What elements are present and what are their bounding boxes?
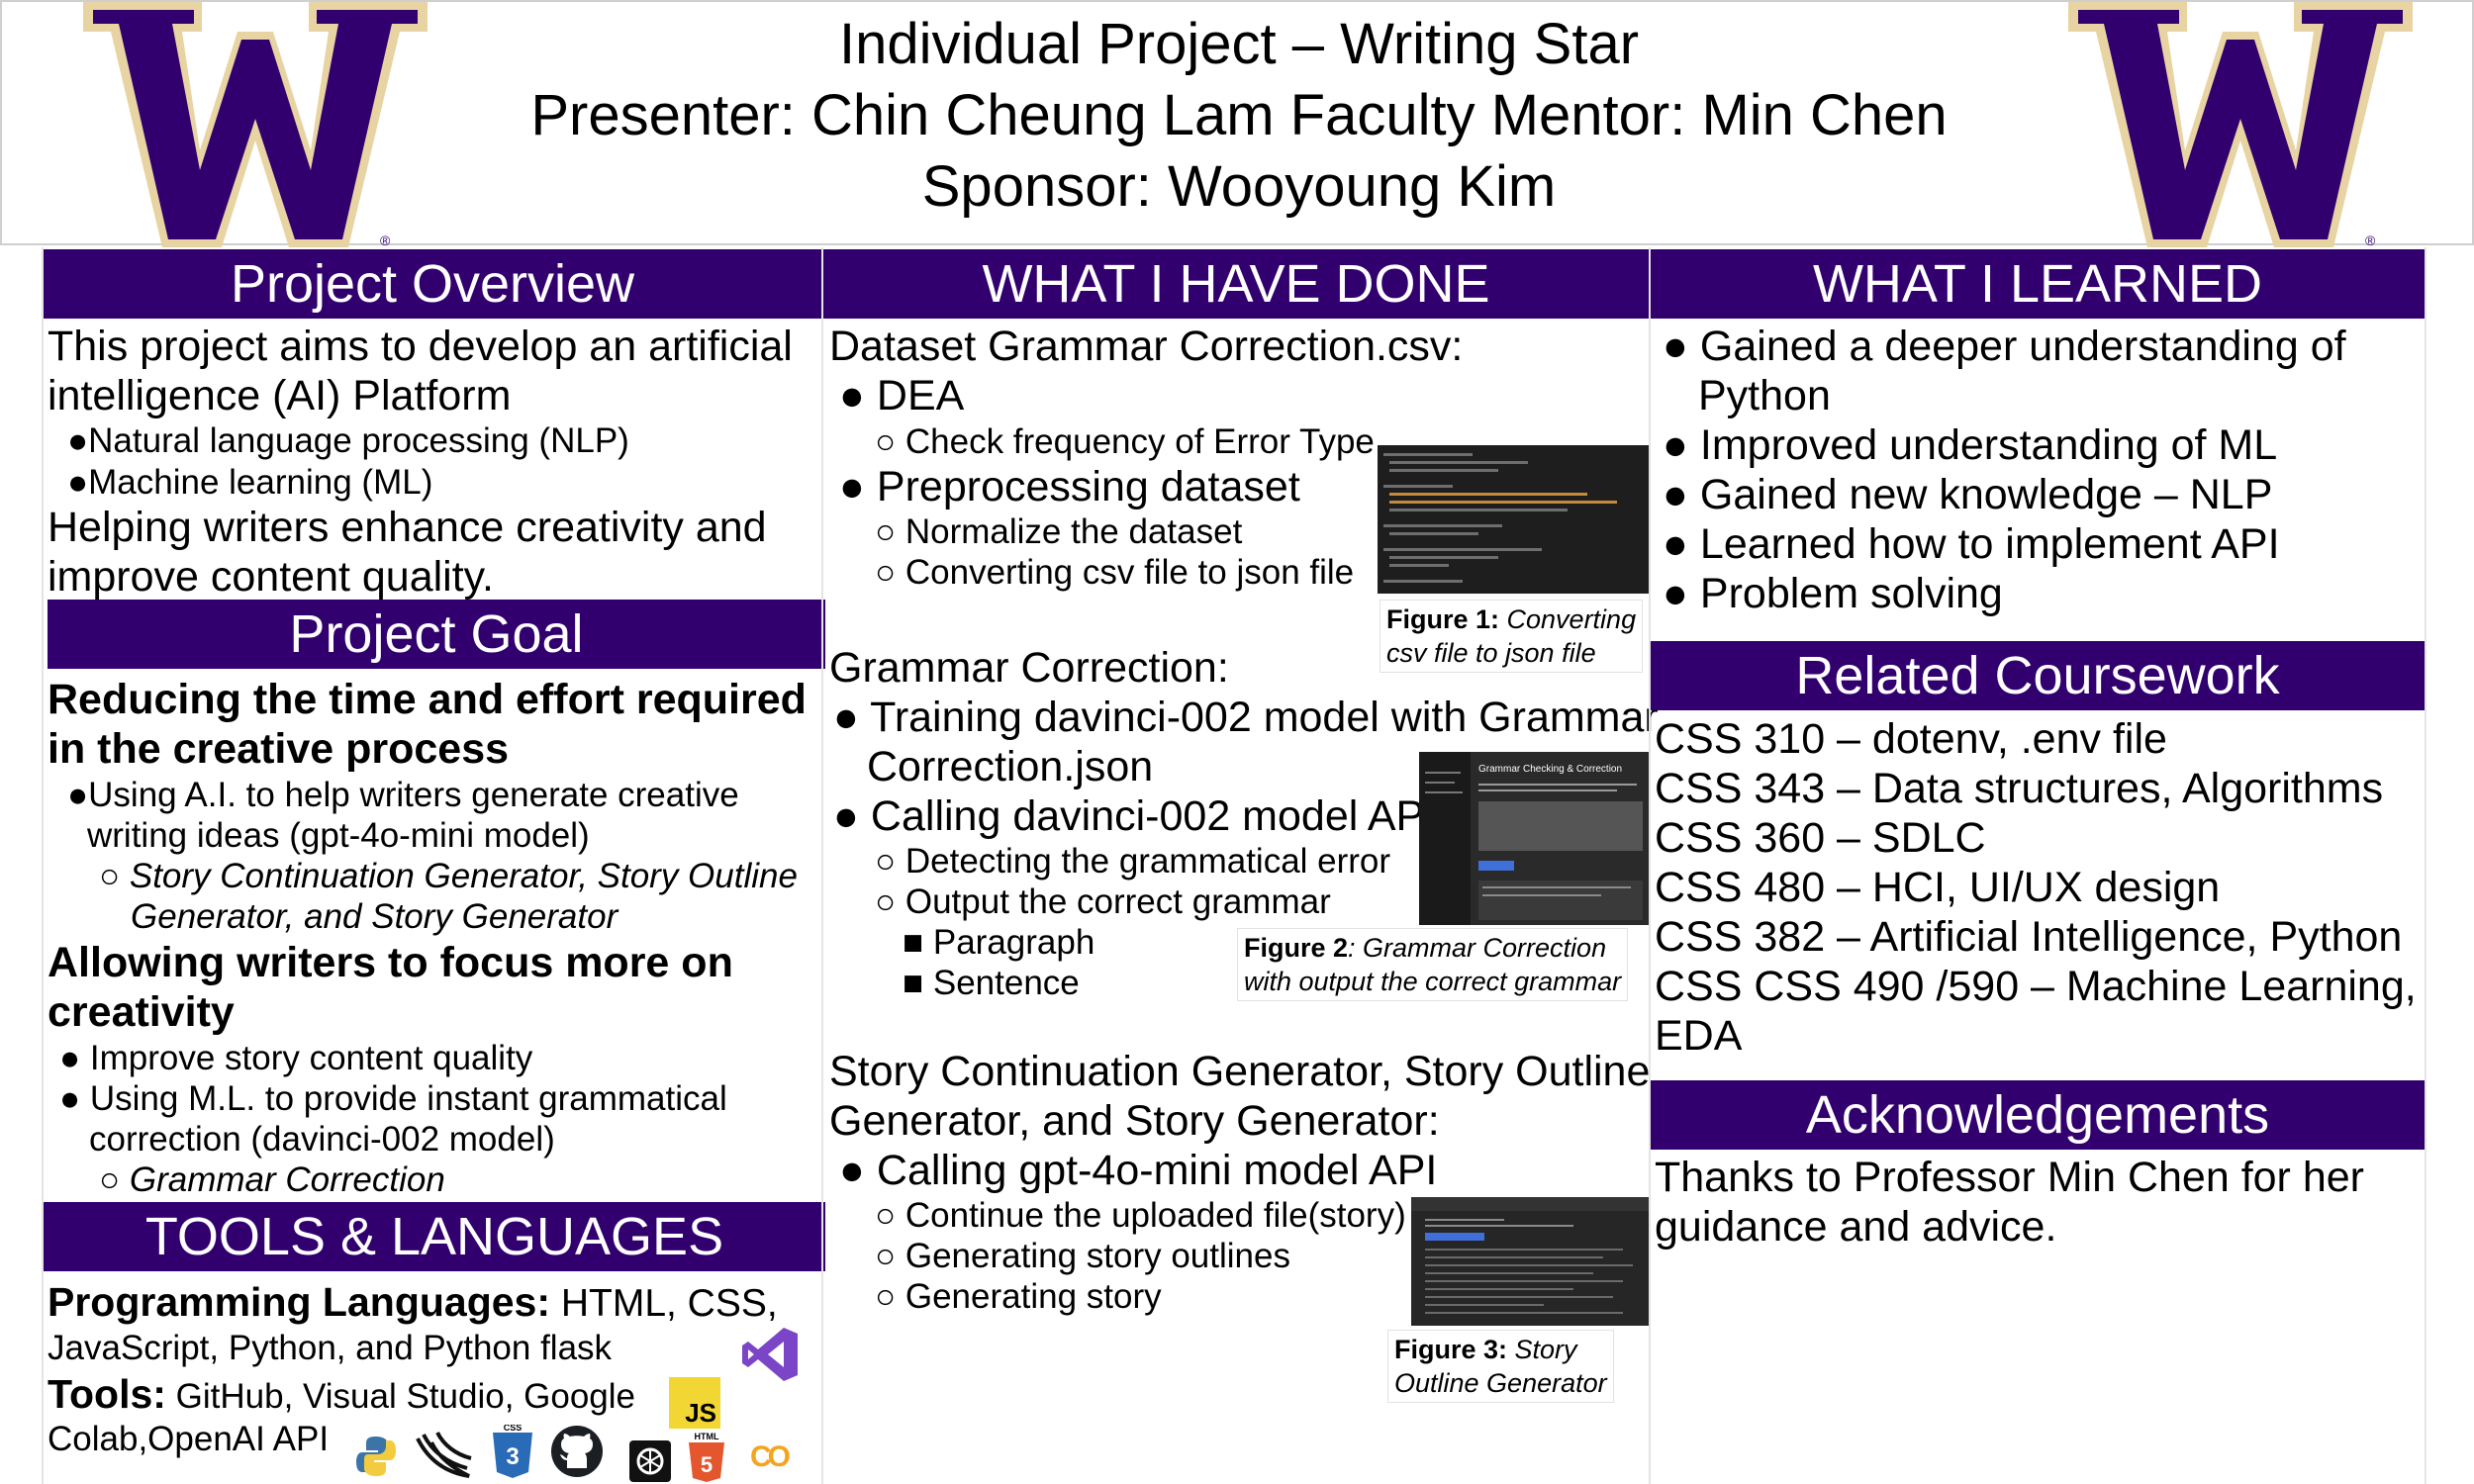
ack-heading: Acknowledgements — [1651, 1080, 2425, 1150]
svg-text:®: ® — [380, 232, 391, 247]
done-s3-outlines: ○ Generating story outlines — [875, 1237, 1290, 1275]
learned-b1-2: Python — [1698, 372, 1831, 419]
goal2-line-1: Allowing writers to focus more on — [48, 939, 733, 986]
learned-b1-1: ● Gained a deeper understanding of — [1663, 323, 2346, 370]
coursework-c6-1: CSS CSS 490 /590 – Machine Learning, — [1655, 963, 2417, 1010]
figure-2-screenshot: Grammar Checking & Correction — [1419, 752, 1649, 925]
done-s2-training-1: ● Training davinci-002 model with Gramma… — [833, 694, 1659, 741]
done-s1-convert: ○ Converting csv file to json file — [875, 553, 1355, 592]
learned-b4: ● Learned how to implement API — [1663, 520, 2280, 568]
overview-outro-2: improve content quality. — [48, 553, 494, 601]
github-icon — [551, 1426, 603, 1477]
done-s3-title-2: Generator, and Story Generator: — [829, 1097, 1440, 1145]
goal2-bullet-2: ● Using M.L. to provide instant grammati… — [59, 1079, 727, 1118]
poster-header: ® Individual Project – Writing Star Pres… — [0, 0, 2474, 247]
svg-text:5: 5 — [701, 1452, 713, 1477]
goal1-bullet-1: ●Using A.I. to help writers generate cre… — [67, 776, 739, 814]
prog-languages-label: Programming Languages: — [48, 1279, 551, 1325]
goal-heading: Project Goal — [48, 600, 825, 669]
learned-b2: ● Improved understanding of ML — [1663, 421, 2278, 469]
done-s1-dea-sub: ○ Check frequency of Error Type — [875, 422, 1375, 461]
css3-icon: CSS 3 — [493, 1425, 532, 1478]
figure-1-caption: Figure 1: Converting csv file to json fil… — [1380, 600, 1644, 673]
done-s2-detect: ○ Detecting the grammatical error — [875, 842, 1391, 881]
ack-text-1: Thanks to Professor Min Chen for her — [1655, 1154, 2364, 1201]
openai-icon — [629, 1440, 671, 1482]
uw-logo-right: ® — [2068, 2, 2413, 247]
figure-2-caption: Figure 2: Grammar Correction with output … — [1237, 928, 1629, 1001]
learned-b5: ● Problem solving — [1663, 570, 2003, 617]
done-s1-preprocess: ● Preprocessing dataset — [839, 463, 1300, 510]
coursework-c2: CSS 343 – Data structures, Algorithms — [1655, 765, 2384, 812]
done-s1-normalize: ○ Normalize the dataset — [875, 512, 1243, 551]
tools-heading: TOOLS & LANGUAGES — [44, 1202, 825, 1271]
javascript-icon: JS — [669, 1377, 720, 1429]
goal2-bullet-2b: correction (davinci-002 model) — [89, 1120, 555, 1159]
html5-icon: HTML 5 — [689, 1433, 724, 1482]
learned-b3: ● Gained new knowledge – NLP — [1663, 471, 2273, 518]
goal2-line-2: creativity — [48, 988, 235, 1036]
svg-text:HTML: HTML — [695, 1433, 719, 1441]
tools-value-1: GitHub, Visual Studio, Google — [165, 1377, 636, 1416]
overview-intro-2: intelligence (AI) Platform — [48, 372, 512, 419]
prog-languages-line-1: Programming Languages: HTML, CSS, — [48, 1278, 778, 1328]
prog-languages-value-1: HTML, CSS, — [550, 1282, 778, 1325]
done-s2-training-2: Correction.json — [867, 743, 1154, 790]
colab-icon: CO — [750, 1440, 791, 1473]
done-s3-continue: ○ Continue the uploaded file(story) — [875, 1196, 1406, 1235]
coursework-heading: Related Coursework — [1651, 641, 2425, 710]
goal1-sub-1: ○ Story Continuation Generator, Story Ou… — [99, 857, 798, 895]
done-s2-calling: ● Calling davinci-002 model API — [833, 792, 1437, 840]
figure-3-caption: Figure 3: Story Outline Generator — [1387, 1330, 1614, 1403]
tools-line-2: Colab,OpenAI API — [48, 1420, 330, 1458]
goal1-bullet-2: writing ideas (gpt-4o-mini model) — [87, 816, 590, 855]
done-s3-title-1: Story Continuation Generator, Story Outl… — [829, 1048, 1651, 1095]
goal1-line-1: Reducing the time and effort required — [48, 676, 807, 723]
done-s2-paragraph: ■ Paragraph — [903, 923, 1095, 962]
done-s3-story: ○ Generating story — [875, 1277, 1162, 1316]
tools-label: Tools: — [48, 1371, 166, 1417]
done-s1-dea: ● DEA — [839, 372, 965, 419]
goal2-bullet-1: ● Improve story content quality — [59, 1039, 533, 1077]
coursework-c4: CSS 480 – HCI, UI/UX design — [1655, 864, 2221, 911]
goal2-sub: ○ Grammar Correction — [99, 1160, 445, 1199]
overview-intro-1: This project aims to develop an artifici… — [48, 323, 793, 370]
coursework-c5: CSS 382 – Artificial Intelligence, Pytho… — [1655, 913, 2403, 961]
done-s2-title: Grammar Correction: — [829, 644, 1229, 692]
visual-studio-icon — [742, 1328, 798, 1381]
coursework-c3: CSS 360 – SDLC — [1655, 814, 1986, 862]
coursework-c6-2: EDA — [1655, 1012, 1743, 1060]
done-s1-title: Dataset Grammar Correction.csv: — [829, 323, 1464, 370]
goal1-line-2: in the creative process — [48, 725, 510, 773]
done-s2-sentence: ■ Sentence — [903, 964, 1080, 1002]
done-heading: WHAT I HAVE DONE — [823, 249, 1649, 319]
done-s2-output: ○ Output the correct grammar — [875, 882, 1331, 921]
prog-languages-line-2: JavaScript, Python, and Python flask — [48, 1329, 613, 1367]
overview-bullet-nlp: ●Natural language processing (NLP) — [67, 421, 629, 460]
figure-3-screenshot — [1411, 1197, 1649, 1326]
tools-line-1: Tools: GitHub, Visual Studio, Google — [48, 1370, 635, 1421]
overview-heading: Project Overview — [44, 249, 821, 319]
overview-outro-1: Helping writers enhance creativity and — [48, 504, 767, 551]
svg-text:CSS: CSS — [504, 1425, 523, 1433]
svg-text:3: 3 — [506, 1443, 519, 1470]
figure-1-screenshot — [1378, 445, 1649, 594]
flask-icon — [416, 1432, 472, 1478]
done-s3-calling: ● Calling gpt-4o-mini model API — [839, 1147, 1438, 1194]
ack-text-2: guidance and advice. — [1655, 1203, 2057, 1251]
learned-heading: WHAT I LEARNED — [1651, 249, 2425, 319]
coursework-c1: CSS 310 – dotenv, .env file — [1655, 715, 2167, 763]
python-icon — [356, 1437, 396, 1476]
overview-bullet-ml: ●Machine learning (ML) — [67, 463, 433, 502]
svg-text:®: ® — [2365, 232, 2376, 247]
goal1-sub-2: Generator, and Story Generator — [131, 897, 618, 936]
